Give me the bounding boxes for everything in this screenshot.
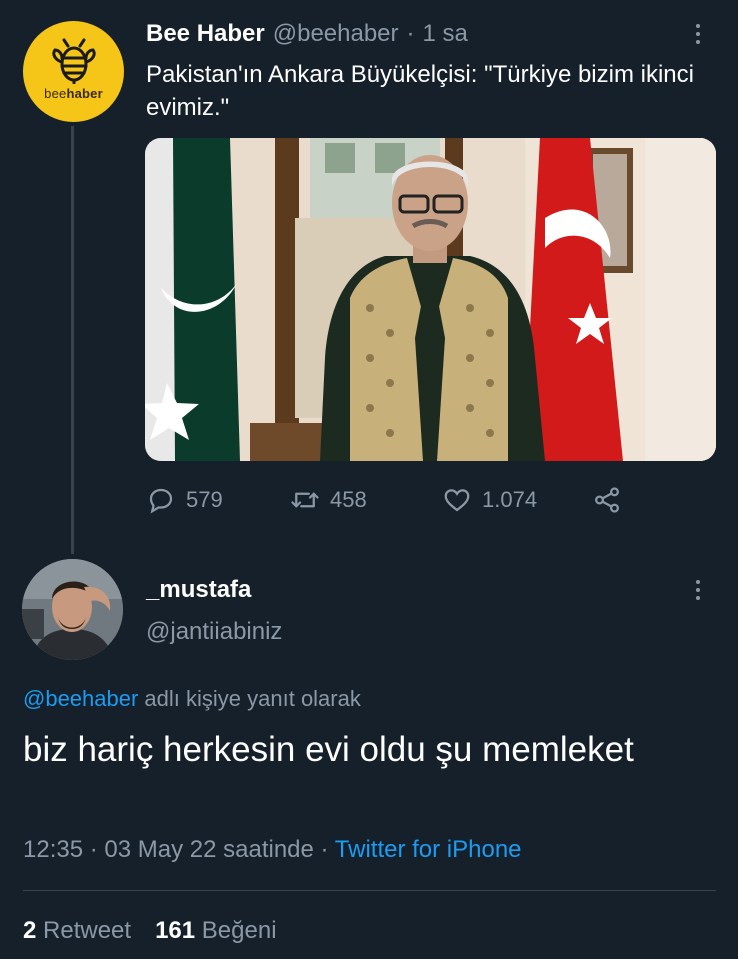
like-button[interactable]: 1.074	[442, 485, 537, 515]
retweets-stat[interactable]: 2 Retweet	[23, 917, 131, 945]
display-name[interactable]: _mustafa	[146, 576, 251, 604]
more-icon	[692, 22, 704, 46]
retweet-count: 458	[330, 487, 367, 512]
like-icon	[444, 489, 470, 512]
user-handle[interactable]: @jantiiabiniz	[146, 618, 282, 646]
thread-connector-line	[71, 126, 74, 554]
retweets-count: 2	[23, 917, 37, 944]
tweet-text: Pakistan'ın Ankara Büyükelçisi: "Türkiye…	[146, 61, 694, 121]
bee-wordmark: beehaber	[44, 86, 103, 101]
tweet-header: Bee Haber @beehaber · 1 sa	[146, 20, 468, 48]
retweet-button[interactable]: 458	[290, 485, 367, 515]
reply-context-text: adlı kişiye yanıt olarak	[138, 686, 361, 711]
tweet-stats: 2 Retweet 161 Beğeni	[23, 917, 277, 945]
separator-dot: ·	[406, 20, 415, 47]
divider	[23, 890, 716, 891]
tweet-meta: 12:35 · 03 May 22 saatinde · Twitter for…	[23, 836, 522, 864]
display-name[interactable]: Bee Haber	[146, 20, 265, 48]
more-icon	[692, 578, 704, 602]
likes-stat[interactable]: 161 Beğeni	[155, 917, 276, 945]
user-handle[interactable]: @beehaber	[273, 20, 399, 48]
retweets-label: Retweet	[43, 917, 132, 944]
likes-label: Beğeni	[201, 917, 277, 944]
tweet-time[interactable]: 12:35	[23, 836, 83, 863]
retweet-icon	[291, 492, 319, 508]
meta-separator: ·	[313, 836, 335, 863]
tweet-media-image[interactable]	[145, 138, 716, 461]
tweet-source-link[interactable]: Twitter for iPhone	[335, 836, 522, 863]
profile-photo	[22, 559, 123, 660]
reply-mention-link[interactable]: @beehaber	[23, 686, 138, 711]
reply-button[interactable]: 579	[146, 485, 223, 515]
tweet-text: biz hariç herkesin evi oldu şu memleket	[23, 730, 634, 769]
more-button[interactable]	[692, 578, 704, 602]
share-icon	[594, 487, 620, 513]
share-button[interactable]	[592, 485, 622, 515]
reply-context: @beehaber adlı kişiye yanıt olarak	[23, 686, 361, 712]
more-button[interactable]	[692, 22, 704, 46]
reply-icon	[149, 488, 173, 514]
tweet-actions: 579 458 1.074	[146, 482, 626, 518]
likes-count: 161	[155, 917, 196, 944]
reply-count: 579	[186, 487, 223, 512]
tweet-time[interactable]: 1 sa	[423, 20, 468, 48]
bee-logo-icon	[51, 38, 96, 84]
like-count: 1.074	[482, 487, 538, 512]
avatar[interactable]: beehaber	[23, 21, 124, 122]
tweet-date[interactable]: 03 May 22 saatinde	[104, 836, 313, 863]
avatar[interactable]	[22, 559, 123, 660]
meta-separator: ·	[83, 836, 105, 863]
